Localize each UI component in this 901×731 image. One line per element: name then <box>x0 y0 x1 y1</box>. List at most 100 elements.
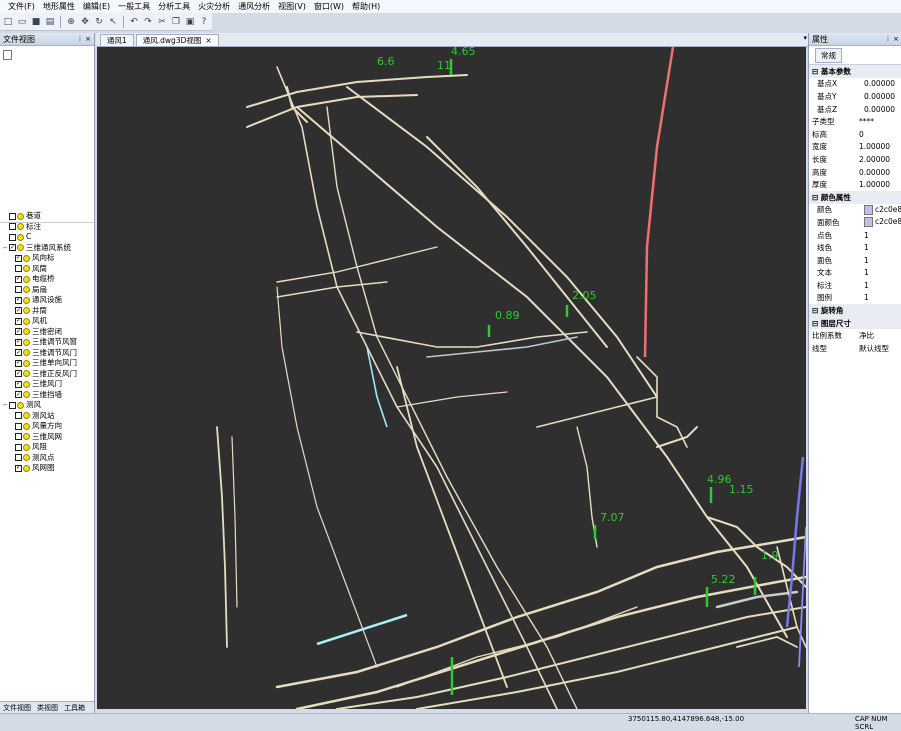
layer-tree-item[interactable]: ✓ 三维风门 <box>0 379 94 390</box>
layer-visibility-checkbox[interactable]: ✓ <box>15 359 22 367</box>
layer-tree-item[interactable]: C <box>0 232 94 243</box>
layer-tree-item[interactable]: 标注 <box>0 222 94 233</box>
layer-visibility-checkbox[interactable]: ✓ <box>15 317 22 325</box>
property-value[interactable]: 0.00000 <box>864 79 901 88</box>
lightbulb-icon[interactable] <box>23 433 30 441</box>
property-value[interactable]: 0.00000 <box>864 92 901 101</box>
layer-tree-item[interactable]: 测风点 <box>0 453 94 464</box>
property-row[interactable]: 线色 1 <box>809 241 901 254</box>
close-tab-icon[interactable]: × <box>205 35 211 46</box>
property-row[interactable]: 高度 0.00000 <box>809 166 901 179</box>
undo-icon[interactable]: ↶ <box>128 16 140 28</box>
layer-tree-item[interactable]: 风量方向 <box>0 421 94 432</box>
layer-visibility-checkbox[interactable] <box>9 223 16 231</box>
layer-tree-item[interactable]: ✓ 风网图 <box>0 463 94 474</box>
left-panel-tab[interactable]: 类视图 <box>34 703 61 713</box>
property-row[interactable]: 子类型 **** <box>809 115 901 128</box>
collapse-icon[interactable]: ⊟ <box>812 306 821 315</box>
property-value[interactable]: 默认线型 <box>859 343 901 354</box>
property-value[interactable]: 1 <box>864 281 901 290</box>
layer-visibility-checkbox[interactable]: ✓ <box>9 244 16 252</box>
lightbulb-icon[interactable] <box>23 307 30 315</box>
layer-visibility-checkbox[interactable] <box>15 286 22 294</box>
menu-item[interactable]: 分析工具 <box>154 0 194 13</box>
layer-tree-item[interactable]: 巷道 <box>0 211 94 222</box>
property-row[interactable]: 基点X 0.00000 <box>809 78 901 91</box>
lightbulb-icon[interactable] <box>23 296 30 304</box>
layer-tree-item[interactable]: ✓ 三维调节风门 <box>0 348 94 359</box>
lightbulb-icon[interactable] <box>23 391 30 399</box>
property-value[interactable]: 0.00000 <box>859 168 901 177</box>
color-swatch[interactable] <box>864 204 873 215</box>
layer-visibility-checkbox[interactable]: ✓ <box>15 296 22 304</box>
layer-tree-item[interactable]: ✓ 三维密闭 <box>0 327 94 338</box>
lightbulb-icon[interactable] <box>23 443 30 451</box>
close-icon[interactable]: × <box>85 35 91 43</box>
property-row[interactable]: 颜色 c2c0e8 <box>809 204 901 217</box>
property-row[interactable]: ⊟ 旋转角 <box>809 304 901 317</box>
layer-visibility-checkbox[interactable]: ✓ <box>15 328 22 336</box>
property-value[interactable]: 1 <box>864 268 901 277</box>
property-value[interactable]: **** <box>859 117 901 126</box>
layer-tree-item[interactable]: − ✓ 三维通风系统 <box>0 243 94 254</box>
lightbulb-icon[interactable] <box>23 317 30 325</box>
layer-visibility-checkbox[interactable]: ✓ <box>15 349 22 357</box>
property-row[interactable]: 厚度 1.00000 <box>809 178 901 191</box>
tab-doc-1[interactable]: 通风1 <box>100 34 134 46</box>
lightbulb-icon[interactable] <box>17 401 24 409</box>
property-row[interactable]: 面色 1 <box>809 254 901 267</box>
mine-network-3d[interactable]: 4.65 6.6 11 0.89 2.05 4.96 1.15 7.07 1.9… <box>97 47 806 709</box>
tab-doc-2[interactable]: 通风.dwg3D视图 × <box>135 34 219 46</box>
help-icon[interactable]: ? <box>198 16 210 28</box>
property-value[interactable]: 1 <box>864 231 901 240</box>
layer-tree-item[interactable]: ✓ 通风设施 <box>0 295 94 306</box>
property-row[interactable]: 基点Y 0.00000 <box>809 90 901 103</box>
layer-visibility-checkbox[interactable]: ✓ <box>15 464 22 472</box>
lightbulb-icon[interactable] <box>23 265 30 273</box>
left-panel-tab[interactable]: 工具箱 <box>61 703 88 713</box>
left-panel-tab[interactable]: 文件视图 <box>0 703 34 713</box>
copy-icon[interactable]: ❐ <box>170 16 182 28</box>
layer-visibility-checkbox[interactable] <box>15 422 22 430</box>
property-value[interactable]: 1 <box>864 256 901 265</box>
property-row[interactable]: 基点Z 0.00000 <box>809 103 901 116</box>
layer-visibility-checkbox[interactable]: ✓ <box>15 391 22 399</box>
print-icon[interactable]: ▤ <box>44 16 56 28</box>
layer-tree-item[interactable]: ✓ 风机 <box>0 316 94 327</box>
lightbulb-icon[interactable] <box>17 233 24 241</box>
property-value[interactable]: 1.00000 <box>859 142 901 151</box>
lightbulb-icon[interactable] <box>23 328 30 336</box>
lightbulb-icon[interactable] <box>23 380 30 388</box>
property-row[interactable]: 长度 2.00000 <box>809 153 901 166</box>
collapse-icon[interactable]: ⊟ <box>812 319 821 328</box>
layer-tree-item[interactable]: ✓ 三维正反风门 <box>0 369 94 380</box>
layer-visibility-checkbox[interactable]: ✓ <box>15 254 22 262</box>
layer-tree-item[interactable]: 风筒 <box>0 264 94 275</box>
lightbulb-icon[interactable] <box>23 338 30 346</box>
property-row[interactable]: 点色 1 <box>809 229 901 242</box>
layer-tree-item[interactable]: 测风站 <box>0 411 94 422</box>
layer-visibility-checkbox[interactable] <box>9 401 16 409</box>
lightbulb-icon[interactable] <box>23 464 30 472</box>
property-row[interactable]: ⊟ 颜色属性 <box>809 190 901 204</box>
layer-visibility-checkbox[interactable] <box>15 265 22 273</box>
new-file-icon[interactable]: □ <box>2 16 14 28</box>
color-swatch[interactable] <box>864 217 873 228</box>
menu-item[interactable]: 火灾分析 <box>194 0 234 13</box>
menu-item[interactable]: 视图(V) <box>274 0 310 13</box>
property-value[interactable]: 0.00000 <box>864 105 901 114</box>
save-icon[interactable]: ■ <box>30 16 42 28</box>
paste-icon[interactable]: ▣ <box>184 16 196 28</box>
open-folder-icon[interactable]: ▭ <box>16 16 28 28</box>
menu-item[interactable]: 地形属性 <box>39 0 79 13</box>
close-icon[interactable]: × <box>893 35 899 43</box>
layer-tree-item[interactable]: ✓ 风向标 <box>0 253 94 264</box>
layer-tree-item[interactable]: ✓ 电缆桥 <box>0 274 94 285</box>
property-row[interactable]: 宽度 1.00000 <box>809 141 901 154</box>
layer-visibility-checkbox[interactable]: ✓ <box>15 307 22 315</box>
pan-icon[interactable]: ✥ <box>79 16 91 28</box>
menu-item[interactable]: 编辑(E) <box>79 0 114 13</box>
layer-tree-item[interactable]: 局扇 <box>0 285 94 296</box>
property-row[interactable]: 面颜色 c2c0e8 <box>809 216 901 229</box>
property-value[interactable]: 2.00000 <box>859 155 901 164</box>
